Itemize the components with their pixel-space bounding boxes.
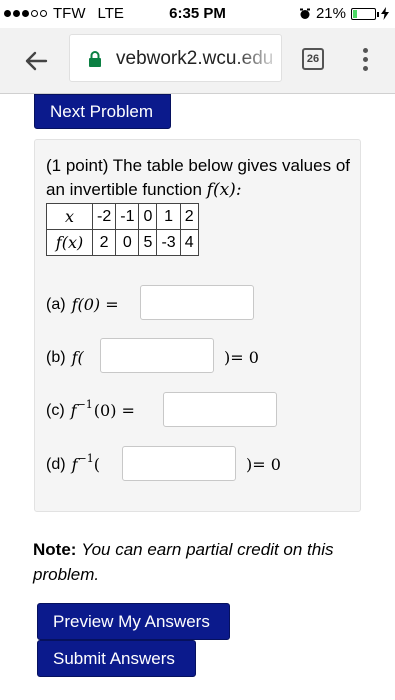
- table-header-fx: f(x): [46, 229, 93, 256]
- charging-icon: [381, 7, 389, 20]
- table-cell: 0: [115, 229, 140, 256]
- function-table: x -2 -1 0 1 2 f(x) 2 0 5 -3 4: [46, 203, 199, 256]
- part-b-expression: f(: [71, 348, 84, 367]
- partial-credit-note: Note: You can earn partial credit on thi…: [33, 537, 363, 587]
- part-d-inverse: −1: [77, 452, 94, 465]
- answer-d-input[interactable]: [122, 446, 236, 481]
- note-text: You can earn partial credit on this prob…: [33, 540, 334, 584]
- table-cell: 2: [91, 229, 117, 256]
- part-d-suffix: )= 0: [246, 455, 281, 474]
- part-c-label: (c): [46, 401, 65, 419]
- part-a: (a) f(0) =: [46, 295, 119, 314]
- table-cell: 1: [156, 203, 181, 230]
- browser-toolbar: vebwork2.wcu.edu 26: [0, 28, 395, 94]
- function-name: f(x):: [206, 180, 242, 200]
- answer-b-input[interactable]: [100, 338, 214, 373]
- battery-icon: [351, 7, 379, 20]
- url-text: vebwork2.wcu.edu: [116, 46, 281, 72]
- table-cell: -2: [91, 203, 117, 230]
- part-a-expression: f(0) =: [71, 295, 119, 314]
- lock-icon: [89, 51, 101, 67]
- more-menu-icon[interactable]: [360, 48, 370, 74]
- next-problem-button[interactable]: Next Problem: [34, 94, 171, 129]
- status-bar: TFW LTE 6:35 PM 21%: [0, 0, 395, 28]
- problem-points: (1 point): [46, 156, 109, 175]
- part-a-label: (a): [46, 295, 66, 313]
- table-row: f(x) 2 0 5 -3 4: [46, 229, 199, 256]
- part-b-suffix: )= 0: [224, 348, 259, 367]
- part-d: (d) f −1 (: [46, 452, 100, 474]
- part-c-inverse: −1: [76, 398, 93, 411]
- tab-switcher-button[interactable]: 26: [302, 48, 324, 70]
- note-label: Note:: [33, 540, 77, 559]
- part-c-argument: (0) =: [93, 401, 135, 420]
- part-b: (b) f(: [46, 348, 84, 367]
- back-arrow-icon[interactable]: [22, 47, 50, 75]
- address-bar[interactable]: vebwork2.wcu.edu: [69, 34, 282, 82]
- part-c: (c) f −1 (0) =: [46, 398, 135, 420]
- alarm-icon: [299, 8, 310, 19]
- answer-a-input[interactable]: [140, 285, 254, 320]
- preview-answers-button[interactable]: Preview My Answers: [37, 603, 230, 640]
- answer-c-input[interactable]: [163, 392, 277, 427]
- table-cell: -3: [156, 229, 181, 256]
- table-cell: 0: [138, 203, 158, 230]
- table-cell: 5: [138, 229, 158, 256]
- part-b-label: (b): [46, 348, 66, 366]
- part-d-open-paren: (: [93, 455, 100, 474]
- part-d-label: (d): [46, 455, 66, 473]
- status-right: 21%: [299, 5, 389, 22]
- table-cell: 2: [179, 203, 199, 230]
- table-row: x -2 -1 0 1 2: [46, 203, 199, 230]
- battery-percent: 21%: [315, 5, 346, 22]
- problem-box: (1 point) The table below gives values o…: [34, 139, 361, 512]
- submit-answers-button[interactable]: Submit Answers: [37, 640, 196, 677]
- table-cell: -1: [115, 203, 140, 230]
- table-header-x: x: [46, 203, 93, 230]
- table-cell: 4: [179, 229, 199, 256]
- problem-intro: (1 point) The table below gives values o…: [46, 154, 351, 202]
